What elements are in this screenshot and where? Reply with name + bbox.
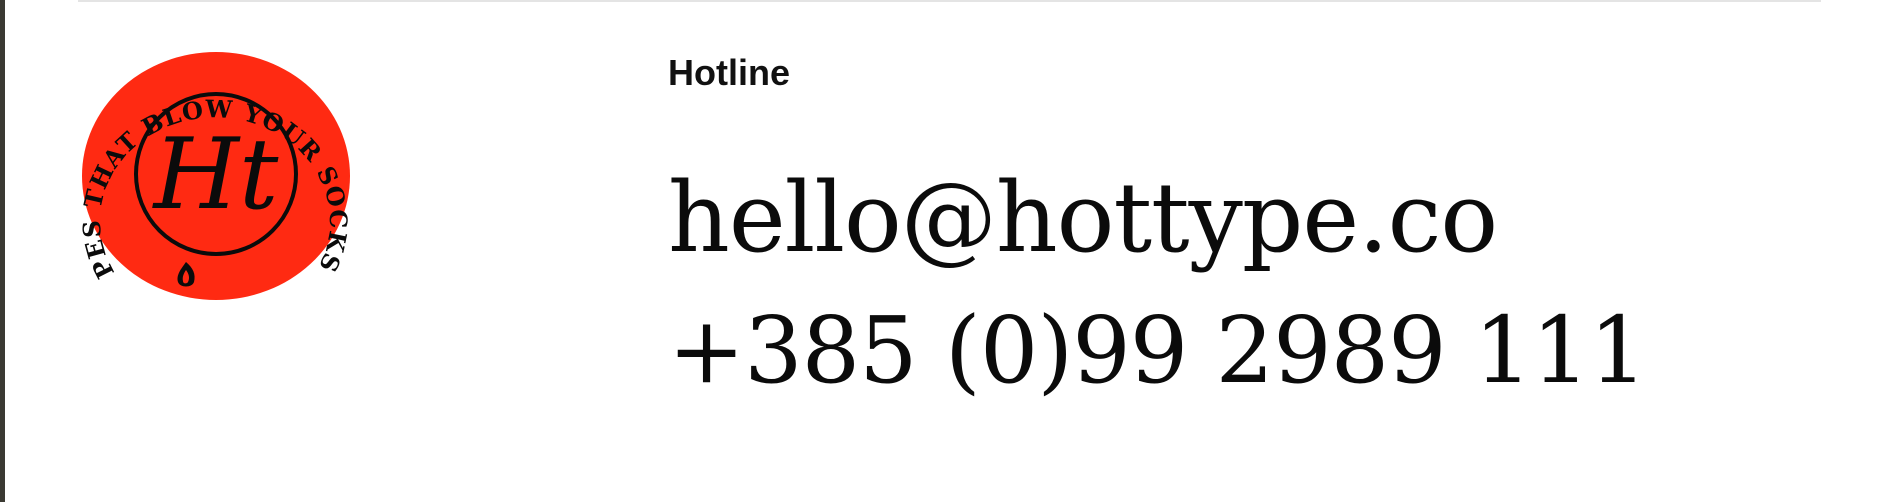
hotline-heading: Hotline <box>668 52 790 93</box>
window-edge-bar <box>0 0 5 502</box>
hottype-badge-logo: SHAPES THAT BLOW YOUR SOCKS OFF Ht <box>78 48 354 304</box>
phone-link[interactable]: +385 (0)99 2989 111 <box>668 297 1648 404</box>
badge-graphic: SHAPES THAT BLOW YOUR SOCKS OFF Ht <box>78 48 352 300</box>
top-divider <box>78 0 1821 2</box>
hotline-phone-line: +385 (0)99 2989 111 <box>668 305 1648 397</box>
badge-monogram: Ht <box>152 118 279 232</box>
hotline-email-line: hello@hottype.co <box>668 170 1498 266</box>
email-link[interactable]: hello@hottype.co <box>668 162 1498 274</box>
